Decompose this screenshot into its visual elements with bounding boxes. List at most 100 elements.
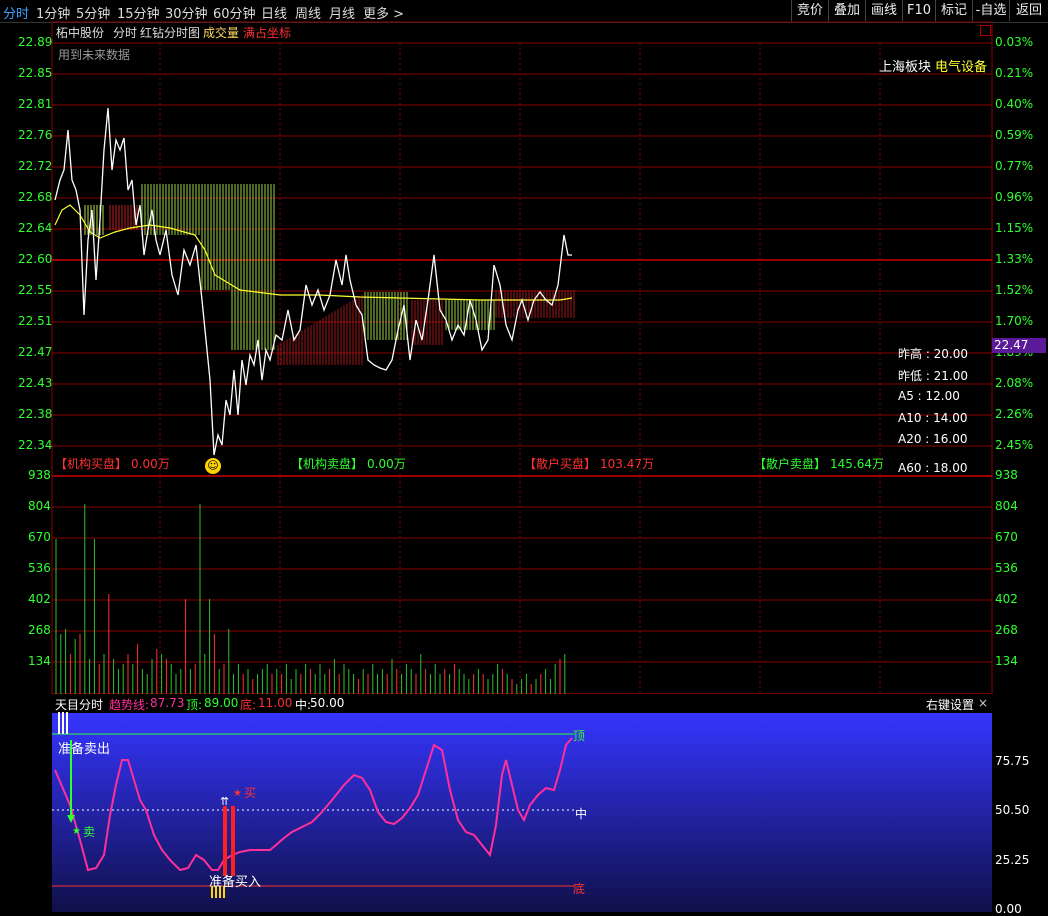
percent-tick-label: 2.26% [995,407,1034,421]
flow-value: 0.00万 [367,457,406,471]
average-price-line [54,204,573,301]
buy-arrow-icon: ⇈ [220,795,229,808]
buy-bar [223,806,227,876]
volume-label: 成交量 [203,26,240,40]
volume-tick-label: 670 [28,530,51,544]
expand-icon[interactable] [980,25,991,36]
buy-star-icon: ★ [233,788,242,799]
percent-tick-label: 1.15% [995,221,1034,235]
price-tick-label: 22.68 [18,190,53,204]
mid-label: 中: [295,698,312,712]
trend-label: 趋势线: [109,698,150,712]
price-tick-label: 22.76 [18,128,53,142]
bottom-value: 11.00 [258,696,293,710]
volume-tick-label: 402 [995,592,1018,606]
chart-kind: 分时 [113,26,138,40]
stat-a20: A20 : 16.00 [898,432,968,446]
volume-tick-label: 268 [995,623,1018,637]
volume-tick-label: 268 [28,623,51,637]
prepare-buy-label: 准备买入 [209,875,262,890]
sell-stripe [66,712,68,734]
flow-label: 【机构买盘】 [55,457,128,471]
indicator-tick-label: 0.00 [995,902,1022,916]
fill-coordinate-label: 满占坐标 [243,26,292,40]
price-tick-label: 22.38 [18,407,53,421]
percent-tick-label: 1.52% [995,283,1034,297]
sector-value: 电气设备 [935,60,988,75]
volume-tick-label: 670 [995,530,1018,544]
price-tick-label: 22.64 [18,221,53,235]
sector-label: 上海板块 [879,60,932,75]
volume-tick-label: 804 [995,499,1018,513]
indicator-tick-label: 50.50 [995,803,1030,817]
indicator-tick-label: 25.25 [995,853,1030,867]
top-value: 89.00 [204,696,239,710]
price-tick-label: 22.81 [18,97,53,111]
volume-tick-label: 402 [28,592,51,606]
flow-value: 0.00万 [131,457,170,471]
trend-value: 87.73 [150,696,185,710]
percent-tick-label: 1.70% [995,314,1034,328]
bottom-line-label: 底 [573,882,586,896]
top-line-label: 顶 [573,729,586,743]
volume-tick-label: 938 [28,468,51,482]
chart-grid [51,21,993,695]
sell-star-icon: ★ [72,826,81,837]
price-tick-label: 22.47 [18,345,53,359]
volume-tick-label: 536 [28,561,51,575]
percent-tick-label: 0.77% [995,159,1034,173]
price-tick-label: 22.34 [18,438,53,452]
sell-stripe [62,712,64,734]
flow-label: 【散户买盘】 [524,457,597,471]
price-tick-label: 22.55 [18,283,53,297]
price-tick-label: 22.85 [18,66,53,80]
sell-signal-label: 卖 [83,825,96,839]
price-tick-label: 22.43 [18,376,53,390]
price-tick-label: 22.60 [18,252,53,266]
future-data-note: 用到未来数据 [58,48,131,62]
bottom-label: 底: [240,698,257,712]
price-line [54,107,572,456]
price-tick-label: 22.89 [18,35,53,49]
flow-value: 145.64万 [830,457,884,471]
indicator-tick-label: 75.75 [995,754,1030,768]
volume-bars [55,504,566,694]
percent-tick-label: 0.59% [995,128,1034,142]
percent-tick-label: 0.96% [995,190,1034,204]
buy-bar [231,806,235,876]
flow-label: 【机构卖盘】 [291,457,364,471]
prepare-sell-label: 准备卖出 [58,742,111,757]
red-diamond-bars [84,184,575,365]
stat-昨高: 昨高 : 20.00 [898,347,969,361]
percent-tick-label: 2.45% [995,438,1034,452]
percent-tick-label: 0.21% [995,66,1034,80]
top-label: 顶: [186,698,203,712]
flow-value: 103.47万 [600,457,654,471]
current-price-tag: 22.47 [992,338,1046,353]
percent-tick-label: 0.40% [995,97,1034,111]
volume-tick-label: 134 [28,654,51,668]
price-tick-label: 22.72 [18,159,53,173]
mid-line-label: 中 [575,807,588,821]
stat-昨低: 昨低 : 21.00 [898,369,969,383]
stat-a60: A60 : 18.00 [898,461,968,475]
percent-tick-label: 0.03% [995,35,1034,49]
indicator-panel: ★ ⇈ ★ [52,712,992,912]
indicator-name: 红钻分时图 [140,26,201,40]
indicator-panel-bg [52,713,992,912]
sell-stripe [58,712,60,734]
buy-signal-label: 买 [244,786,257,800]
volume-tick-label: 938 [995,468,1018,482]
stock-name: 柘中股份 [56,26,105,40]
mid-value: 50.00 [310,696,345,710]
stat-a10: A10 : 14.00 [898,411,968,425]
price-tick-label: 22.51 [18,314,53,328]
right-click-settings[interactable]: 右键设置 [926,696,974,713]
percent-tick-label: 2.08% [995,376,1034,390]
volume-tick-label: 804 [28,499,51,513]
volume-tick-label: 134 [995,654,1018,668]
close-icon[interactable]: × [978,696,988,710]
flow-label: 【散户卖盘】 [754,457,827,471]
percent-tick-label: 1.33% [995,252,1034,266]
volume-tick-label: 536 [995,561,1018,575]
